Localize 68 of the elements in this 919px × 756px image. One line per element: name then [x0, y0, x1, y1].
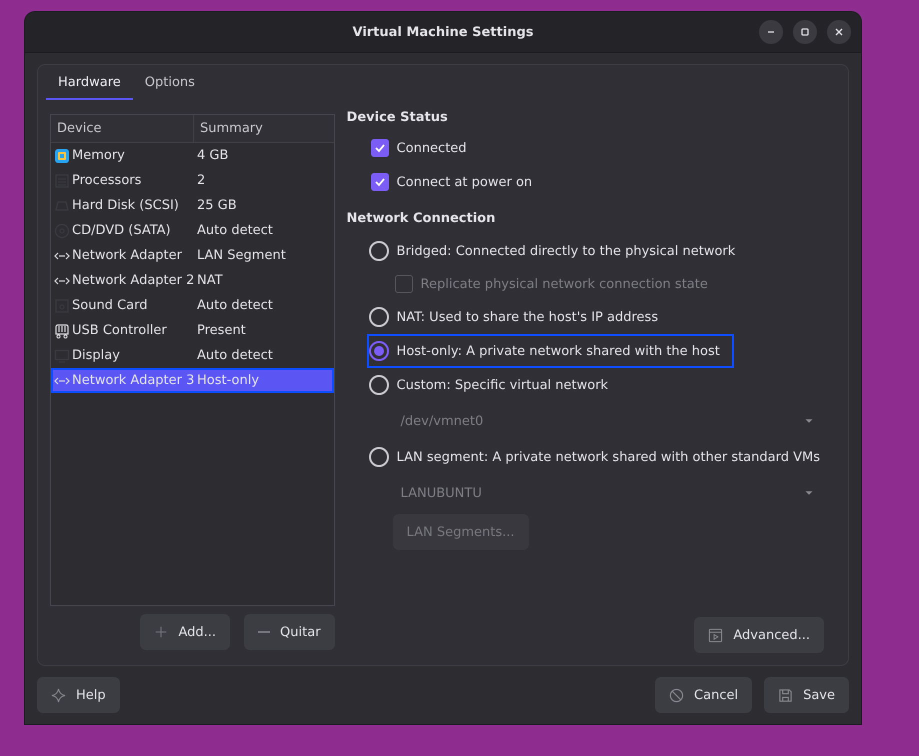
memory-icon	[54, 148, 70, 164]
minus-icon	[258, 631, 270, 633]
device-row[interactable]: CD/DVD (SATA) Auto detect	[51, 218, 334, 243]
device-name: CD/DVD (SATA)	[72, 223, 171, 238]
radio-option[interactable]: NAT: Used to share the host's IP address	[368, 302, 662, 332]
device-row[interactable]: Memory 4 GB	[51, 143, 334, 168]
close-button[interactable]	[827, 20, 851, 44]
save-button[interactable]: Save	[764, 677, 849, 713]
remove-button[interactable]: Quitar	[244, 614, 335, 650]
maximize-icon	[800, 27, 810, 37]
sparkle-icon	[51, 688, 66, 702]
device-summary: Auto detect	[196, 348, 274, 363]
column-header: Summary	[193, 115, 334, 142]
cancel-button[interactable]: Cancel	[655, 677, 752, 713]
advanced-button[interactable]: Advanced...	[694, 617, 824, 653]
device-summary: Host-only	[196, 373, 260, 388]
device-name: Hard Disk (SCSI)	[72, 198, 179, 213]
checkbox[interactable]	[370, 139, 389, 157]
device-name: Network Adapter 3	[72, 373, 194, 388]
tab[interactable]: Options	[132, 69, 207, 100]
maximize-button[interactable]	[793, 20, 817, 44]
device-row[interactable]: Network Adapter 3 Host-only	[51, 368, 334, 393]
device-name: Network Adapter	[72, 248, 182, 263]
section-heading: Network Connection	[346, 211, 496, 226]
checkbox-label: Connected	[396, 140, 467, 156]
device-summary: Auto detect	[196, 298, 274, 313]
checkmark-icon	[374, 176, 386, 188]
close-icon	[834, 27, 844, 37]
checkbox[interactable]	[370, 173, 389, 191]
help-button[interactable]: Help	[37, 677, 120, 713]
column-header: Device	[56, 120, 102, 138]
device-summary: 2	[196, 173, 206, 188]
minimize-button[interactable]	[759, 20, 783, 44]
radio-option[interactable]: Custom: Specific virtual network	[368, 370, 612, 400]
device-row[interactable]: Processors 2	[51, 168, 334, 193]
device-row[interactable]: Sound Card Auto detect	[51, 293, 334, 318]
device-row[interactable]: Hard Disk (SCSI) 25 GB	[51, 193, 334, 218]
device-name: Memory	[72, 148, 125, 163]
checkmark-icon	[374, 142, 386, 154]
window-title: Virtual Machine Settings	[352, 24, 534, 40]
usb-icon	[54, 322, 70, 338]
tab[interactable]: Hardware	[46, 69, 133, 100]
highlight-frame[interactable]: Host-only: A private network shared with the host	[368, 336, 732, 366]
device-row[interactable]: Network Adapter 2 NAT	[51, 268, 334, 293]
radio-option[interactable]: LAN segment: A private network shared with other standard VMs	[368, 442, 824, 472]
device-name: Display	[72, 348, 120, 363]
floppy-icon	[778, 688, 794, 702]
device-summary: Auto detect	[196, 223, 274, 238]
device-row[interactable]: Network Adapter LAN Segment	[51, 243, 334, 268]
device-summary: 25 GB	[196, 198, 238, 213]
device-name: Network Adapter 2	[72, 273, 194, 288]
device-name: Sound Card	[72, 298, 148, 313]
device-row[interactable]: USB Controller Present	[51, 318, 334, 343]
device-summary: NAT	[196, 273, 224, 288]
media-icon	[708, 628, 724, 642]
device-name: Processors	[72, 173, 142, 188]
checkbox-label: Replicate physical network connection state	[420, 276, 708, 292]
section-heading: Device Status	[346, 110, 449, 125]
add-button[interactable]: Add...	[140, 614, 230, 650]
device-summary: 4 GB	[196, 148, 230, 163]
checkbox-label: Connect at power on	[396, 174, 532, 190]
device-summary: LAN Segment	[196, 248, 287, 263]
device-summary: Present	[196, 323, 247, 338]
device-name: USB Controller	[72, 323, 167, 338]
device-row[interactable]: Display Auto detect	[51, 343, 334, 368]
plus-icon	[154, 625, 168, 639]
cancel-icon	[669, 688, 684, 702]
radio-option[interactable]: Bridged: Connected directly to the physical network	[368, 236, 740, 266]
